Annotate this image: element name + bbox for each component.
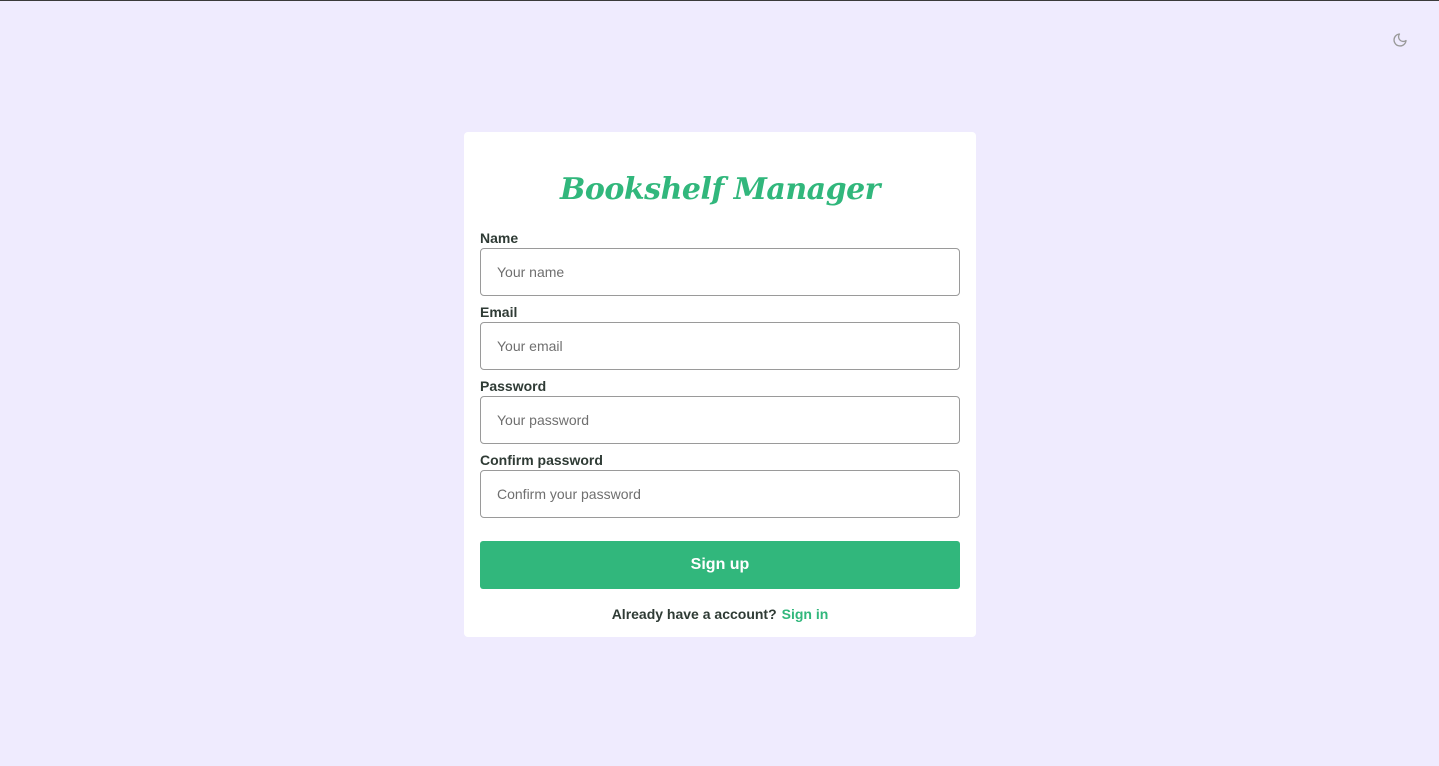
signin-prompt: Already have a account? Sign in xyxy=(464,605,976,623)
moon-icon xyxy=(1392,32,1408,53)
confirm-password-input[interactable] xyxy=(480,470,960,518)
sign-up-button[interactable]: Sign up xyxy=(480,541,960,589)
email-field-group: Email xyxy=(480,304,960,370)
email-label: Email xyxy=(480,304,518,320)
email-input[interactable] xyxy=(480,322,960,370)
signin-prompt-text: Already have a account? xyxy=(611,606,777,622)
password-input[interactable] xyxy=(480,396,960,444)
app-logo: Bookshelf Manager xyxy=(560,172,880,207)
sign-in-link[interactable]: Sign in xyxy=(782,606,829,622)
name-label: Name xyxy=(480,230,519,246)
password-label: Password xyxy=(480,378,547,394)
signup-card: Bookshelf Manager Name Email Password Co… xyxy=(464,132,976,637)
name-field-group: Name xyxy=(480,230,960,296)
theme-toggle-button[interactable] xyxy=(1389,31,1411,53)
name-input[interactable] xyxy=(480,248,960,296)
confirm-password-field-group: Confirm password xyxy=(480,452,960,518)
password-field-group: Password xyxy=(480,378,960,444)
confirm-password-label: Confirm password xyxy=(480,452,603,468)
